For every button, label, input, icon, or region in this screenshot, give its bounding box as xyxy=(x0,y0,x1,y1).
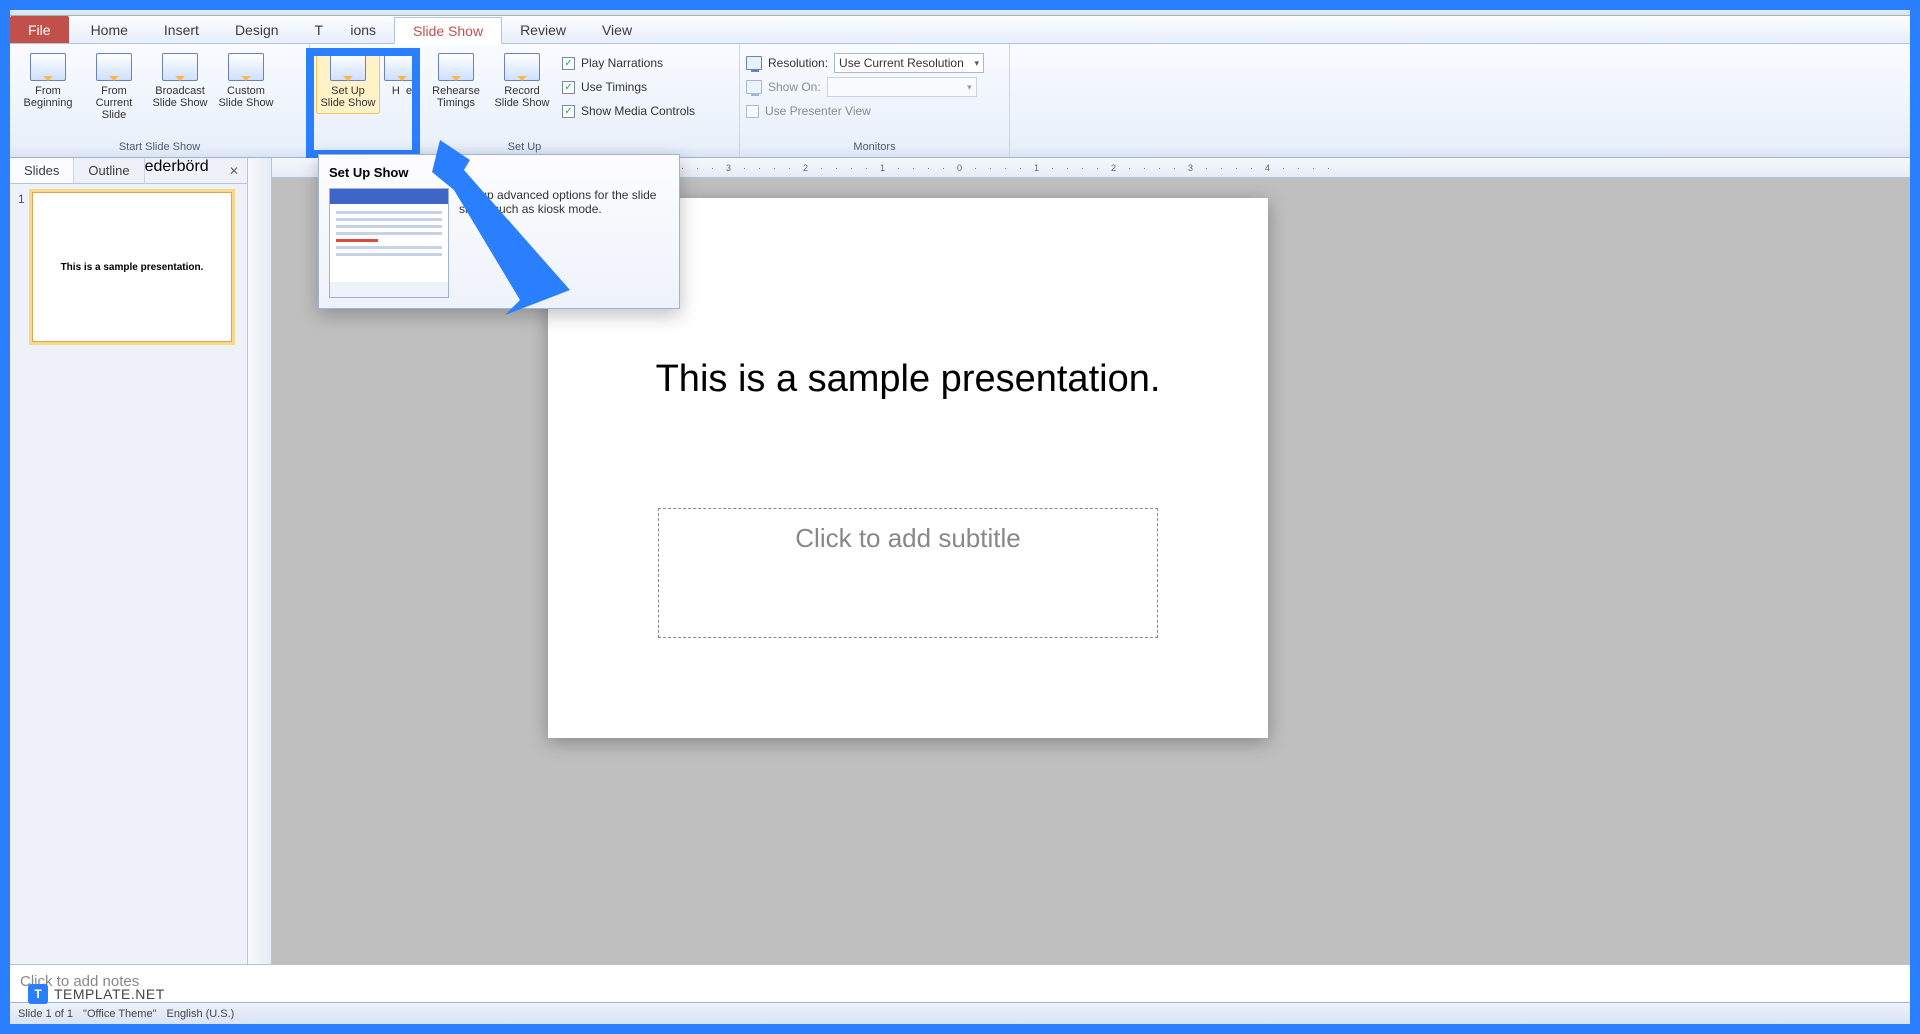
check-icon: ✓ xyxy=(562,81,575,94)
use-timings-label: Use Timings xyxy=(581,80,647,94)
status-theme: "Office Theme" xyxy=(83,1008,156,1020)
slide-subtitle-placeholder[interactable]: Click to add subtitle xyxy=(658,508,1158,638)
chevron-down-icon: ▾ xyxy=(975,58,980,69)
resolution-label: Resolution: xyxy=(768,56,828,70)
ribbon-group-setup: Set Up Slide Show H e Rehearse Timings R… xyxy=(310,44,740,157)
side-tab-outline[interactable]: Outline xyxy=(74,158,144,183)
from-current-button[interactable]: From Current Slide xyxy=(82,48,146,126)
tab-transitions-prefix: T xyxy=(315,22,324,38)
monitor-icon xyxy=(746,80,762,94)
resolution-combo[interactable]: Use Current Resolution ▾ xyxy=(834,53,984,73)
tab-transitions-suffix: ions xyxy=(350,22,376,38)
broadcast-button[interactable]: Broadcast Slide Show xyxy=(148,48,212,114)
slides-pane: Slides Outlineederbörd ✕ 1 This is a sam… xyxy=(10,158,248,964)
screentip-description: Set up advanced options for the slide sh… xyxy=(459,188,669,298)
ribbon-group-monitors: Resolution: Use Current Resolution ▾ Sho… xyxy=(740,44,1010,157)
tab-file[interactable]: File xyxy=(10,16,69,43)
ribbon-tabs: File Home Insert Design T ions Slide Sho… xyxy=(10,16,1910,44)
play-narrations-label: Play Narrations xyxy=(581,56,663,70)
custom-slideshow-icon xyxy=(228,53,264,81)
watermark: T TEMPLATE.NET xyxy=(28,984,165,1004)
tab-slideshow[interactable]: Slide Show xyxy=(394,17,502,44)
resolution-value: Use Current Resolution xyxy=(839,56,964,70)
presenter-view-label: Use Presenter View xyxy=(765,104,871,118)
record-slideshow-button[interactable]: Record Slide Show xyxy=(490,48,554,114)
rehearse-label: Rehearse Timings xyxy=(427,85,485,109)
resolution-row: Resolution: Use Current Resolution ▾ xyxy=(746,52,984,74)
watermark-text: TEMPLATE.NET xyxy=(54,986,165,1002)
group-label-setup: Set Up xyxy=(316,139,733,155)
show-on-label: Show On: xyxy=(768,80,821,94)
record-icon xyxy=(504,53,540,81)
monitor-icon xyxy=(746,56,762,70)
check-icon: ✓ xyxy=(562,57,575,70)
group-label-start: Start Slide Show xyxy=(16,139,303,155)
status-bar: Slide 1 of 1 "Office Theme" English (U.S… xyxy=(10,1002,1910,1024)
check-icon: ✓ xyxy=(562,105,575,118)
setup-slideshow-label: Set Up Slide Show xyxy=(319,85,377,109)
tab-insert[interactable]: Insert xyxy=(146,16,217,43)
broadcast-icon xyxy=(162,53,198,81)
screentip-title: Set Up Show xyxy=(329,165,669,180)
broadcast-label: Broadcast Slide Show xyxy=(151,85,209,109)
thumbnail-area: 1 This is a sample presentation. xyxy=(10,184,247,964)
slide-thumbnail[interactable]: This is a sample presentation. xyxy=(32,192,232,342)
clock-icon xyxy=(438,53,474,81)
watermark-suffix: .NET xyxy=(131,986,165,1002)
show-media-checkbox[interactable]: ✓ Show Media Controls xyxy=(562,100,695,122)
ribbon: From Beginning From Current Slide Broadc… xyxy=(10,44,1910,158)
custom-slideshow-label: Custom Slide Show xyxy=(217,85,275,109)
hide-slide-icon xyxy=(384,53,420,81)
status-language: English (U.S.) xyxy=(166,1008,234,1020)
watermark-name: TEMPLATE xyxy=(54,986,131,1002)
close-pane-button[interactable]: ✕ xyxy=(221,158,247,183)
show-on-combo[interactable]: ▾ xyxy=(827,77,977,97)
tab-transitions[interactable]: T ions xyxy=(297,16,394,43)
use-timings-checkbox[interactable]: ✓ Use Timings xyxy=(562,76,695,98)
show-on-row: Show On: ▾ xyxy=(746,76,977,98)
ribbon-group-start: From Beginning From Current Slide Broadc… xyxy=(10,44,310,157)
record-label: Record Slide Show xyxy=(493,85,551,109)
vertical-ruler xyxy=(248,158,272,964)
hide-slide-button[interactable]: H e xyxy=(382,48,422,102)
tab-design[interactable]: Design xyxy=(217,16,297,43)
workspace: Slides Outlineederbörd ✕ 1 This is a sam… xyxy=(10,158,1910,964)
setup-slideshow-button[interactable]: Set Up Slide Show xyxy=(316,48,380,114)
presenter-view-checkbox[interactable]: ✓ Use Presenter View xyxy=(746,100,871,122)
side-tab-slides[interactable]: Slides xyxy=(10,158,74,183)
rehearse-timings-button[interactable]: Rehearse Timings xyxy=(424,48,488,114)
screentip-thumbnail xyxy=(329,188,449,298)
side-tabs: Slides Outlineederbörd ✕ xyxy=(10,158,247,184)
tab-home[interactable]: Home xyxy=(73,16,146,43)
custom-slideshow-button[interactable]: Custom Slide Show xyxy=(214,48,278,114)
setup-icon xyxy=(330,53,366,81)
thumb-number: 1 xyxy=(18,192,28,342)
play-narrations-checkbox[interactable]: ✓ Play Narrations xyxy=(562,52,695,74)
slide-title[interactable]: This is a sample presentation. xyxy=(608,358,1208,401)
from-beginning-label: From Beginning xyxy=(19,85,77,109)
group-label-monitors: Monitors xyxy=(746,139,1003,155)
check-icon: ✓ xyxy=(746,105,759,118)
chevron-down-icon: ▾ xyxy=(967,82,972,93)
thumb-row: 1 This is a sample presentation. xyxy=(18,192,239,342)
notes-pane[interactable]: Click to add notes xyxy=(10,964,1910,1002)
show-media-label: Show Media Controls xyxy=(581,104,695,118)
tab-view[interactable]: View xyxy=(584,16,650,43)
from-beginning-button[interactable]: From Beginning xyxy=(16,48,80,114)
tab-review[interactable]: Review xyxy=(502,16,584,43)
watermark-badge-icon: T xyxy=(28,984,48,1004)
projector-icon xyxy=(30,53,66,81)
projector-icon xyxy=(96,53,132,81)
status-slide-of: Slide 1 of 1 xyxy=(18,1008,73,1020)
screentip: Set Up Show Set up advanced options for … xyxy=(318,154,680,309)
from-current-label: From Current Slide xyxy=(85,85,143,121)
hide-slide-label: H e xyxy=(392,85,412,97)
